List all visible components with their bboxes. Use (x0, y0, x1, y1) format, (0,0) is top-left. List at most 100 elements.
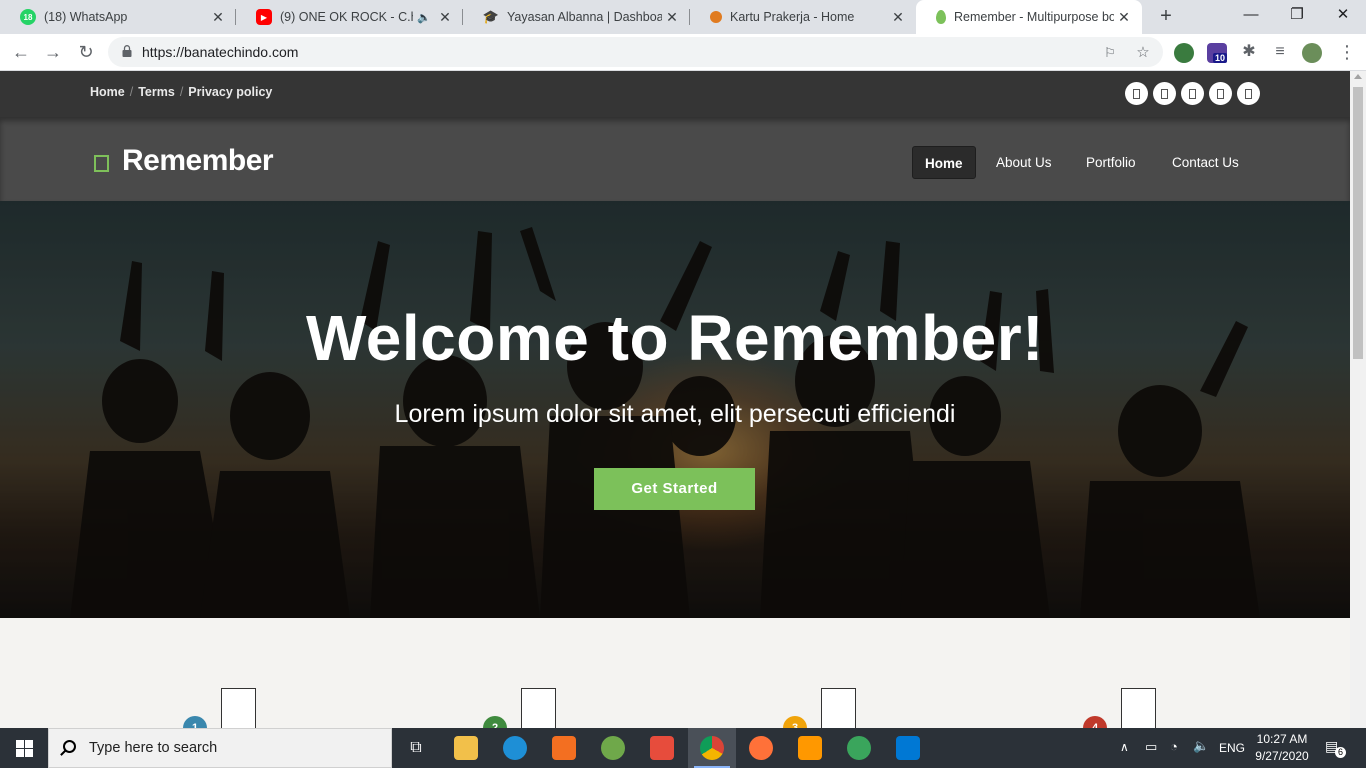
close-tab-icon[interactable]: ✕ (888, 9, 908, 26)
logo-icon (94, 155, 109, 172)
windows-logo-icon (16, 740, 24, 748)
wifi-icon[interactable]: ◔ (1170, 739, 1178, 768)
social-icon[interactable] (1209, 82, 1232, 105)
taskbar-edge[interactable] (491, 728, 539, 768)
social-icon[interactable] (1125, 82, 1148, 105)
new-tab-button[interactable]: + (1155, 6, 1177, 28)
extension-cap-icon[interactable]: 10 (1207, 43, 1228, 63)
taskbar-chrome[interactable] (688, 728, 736, 768)
nav-about-us[interactable]: About Us (984, 146, 1064, 179)
nav-portfolio[interactable]: Portfolio (1074, 146, 1148, 179)
address-bar[interactable]: https://banatechindo.com ⚐ ☆ (108, 37, 1163, 67)
menu-kebab-icon[interactable]: ⋮ (1334, 39, 1360, 65)
notification-center-icon[interactable]: ▤ 6 (1325, 738, 1346, 768)
youtube-icon: ▶ (256, 9, 272, 25)
site-header: Remember Home About Us Portfolio Contact… (0, 117, 1350, 201)
avatar[interactable] (1302, 43, 1322, 63)
tab-title: Yayasan Albanna | Dashboard (507, 10, 662, 24)
extension-globe-icon[interactable] (1174, 43, 1194, 63)
translate-icon[interactable]: ⚐ (1101, 44, 1119, 62)
scrollbar-thumb[interactable] (1353, 87, 1363, 359)
search-placeholder: Type here to search (89, 740, 218, 756)
clock-time: 10:27 AM (1256, 732, 1308, 746)
taskbar-idm[interactable] (835, 728, 883, 768)
site-topbar: Home / Terms / Privacy policy (0, 71, 1350, 117)
social-icon[interactable] (1153, 82, 1176, 105)
taskbar-xampp[interactable] (540, 728, 588, 768)
social-icon[interactable] (1237, 82, 1260, 105)
reload-button[interactable]: ↻ (73, 39, 99, 65)
language-indicator[interactable]: ENG (1219, 741, 1245, 768)
task-view-button[interactable]: ⧉ (392, 728, 440, 768)
get-started-button[interactable]: Get Started (594, 468, 755, 510)
nav-home[interactable]: Home (912, 146, 976, 179)
chrome-icon (700, 736, 724, 760)
tab-yayasan[interactable]: 🎓 Yayasan Albanna | Dashboard ✕ (463, 0, 690, 34)
extension-badge: 10 (1213, 53, 1228, 63)
site-logo[interactable]: Remember (122, 144, 274, 178)
volume-icon[interactable]: 🔈 (1193, 738, 1209, 768)
tab-prakerja[interactable]: Kartu Prakerja - Home ✕ (690, 0, 916, 34)
taskbar-git[interactable] (638, 728, 686, 768)
task-view-icon: ⧉ (410, 739, 422, 756)
feature-number: 2 (483, 716, 507, 728)
taskbar-sublime[interactable] (786, 728, 834, 768)
url-text: https://banatechindo.com (142, 44, 299, 60)
tab-title: (18) WhatsApp (44, 10, 128, 24)
web-page: Home / Terms / Privacy policy Remember H… (0, 71, 1350, 728)
close-tab-icon[interactable]: ✕ (662, 9, 682, 26)
firefox-icon (749, 736, 773, 760)
nav-contact-us[interactable]: Contact Us (1160, 146, 1251, 179)
tab-youtube[interactable]: ▶ (9) ONE OK ROCK - C.h.a.o.s.m.y.t.h. 🔈… (236, 0, 463, 34)
android-icon (601, 736, 625, 760)
feature-icon (221, 688, 256, 728)
breadcrumb-home[interactable]: Home (90, 85, 125, 99)
scroll-up-icon[interactable] (1354, 74, 1362, 79)
feature-number: 3 (783, 716, 807, 728)
prakerja-icon (710, 11, 722, 23)
xampp-icon (552, 736, 576, 760)
taskbar-vscode[interactable] (884, 728, 932, 768)
globe-download-icon (847, 736, 871, 760)
breadcrumb-privacy[interactable]: Privacy policy (188, 85, 272, 99)
feature-icon (521, 688, 556, 728)
tab-title: Remember - Multipurpose boc (954, 10, 1114, 24)
social-icon[interactable] (1181, 82, 1204, 105)
breadcrumb-terms[interactable]: Terms (138, 85, 175, 99)
browser-toolbar: ← → ↻ https://banatechindo.com ⚐ ☆ 10 ✱ … (0, 34, 1366, 71)
speaker-icon[interactable]: 🔈 (417, 11, 431, 24)
tray-chevron-icon[interactable]: ∧ (1120, 740, 1129, 768)
minimize-button[interactable]: — (1228, 0, 1274, 34)
maximize-button[interactable]: ❐ (1274, 0, 1320, 34)
clock-date: 9/27/2020 (1255, 749, 1309, 763)
breadcrumb: Home / Terms / Privacy policy (90, 85, 273, 99)
feature-icon (1121, 688, 1156, 728)
close-window-button[interactable]: ✕ (1320, 0, 1366, 34)
edge-icon (503, 736, 527, 760)
taskbar-file-explorer[interactable] (442, 728, 490, 768)
taskbar-android-studio[interactable] (589, 728, 637, 768)
social-links (1125, 82, 1260, 105)
bookmark-star-icon[interactable]: ☆ (1134, 44, 1152, 62)
notification-count: 6 (1335, 747, 1346, 758)
git-icon (650, 736, 674, 760)
extensions-puzzle-icon[interactable]: ✱ (1236, 39, 1262, 65)
droplet-icon (936, 10, 946, 24)
graduation-cap-icon: 🎓 (482, 9, 500, 24)
media-control-icon[interactable]: ≡ (1267, 39, 1293, 65)
tab-whatsapp[interactable]: 18 (18) WhatsApp ✕ (0, 0, 236, 34)
start-button[interactable] (0, 728, 48, 768)
close-tab-icon[interactable]: ✕ (435, 9, 455, 26)
tab-remember[interactable]: Remember - Multipurpose boc ✕ (916, 0, 1142, 34)
close-tab-icon[interactable]: ✕ (208, 9, 228, 26)
search-icon (63, 740, 76, 753)
clock[interactable]: 10:27 AM 9/27/2020 (1250, 731, 1314, 765)
back-button[interactable]: ← (8, 39, 34, 65)
page-scrollbar[interactable] (1350, 71, 1366, 728)
battery-icon[interactable]: ▭ (1145, 739, 1157, 768)
taskbar-firefox[interactable] (737, 728, 785, 768)
taskbar-search[interactable]: Type here to search (48, 728, 392, 768)
whatsapp-icon: 18 (20, 9, 36, 25)
forward-button[interactable]: → (40, 39, 66, 65)
close-tab-icon[interactable]: ✕ (1114, 9, 1134, 26)
